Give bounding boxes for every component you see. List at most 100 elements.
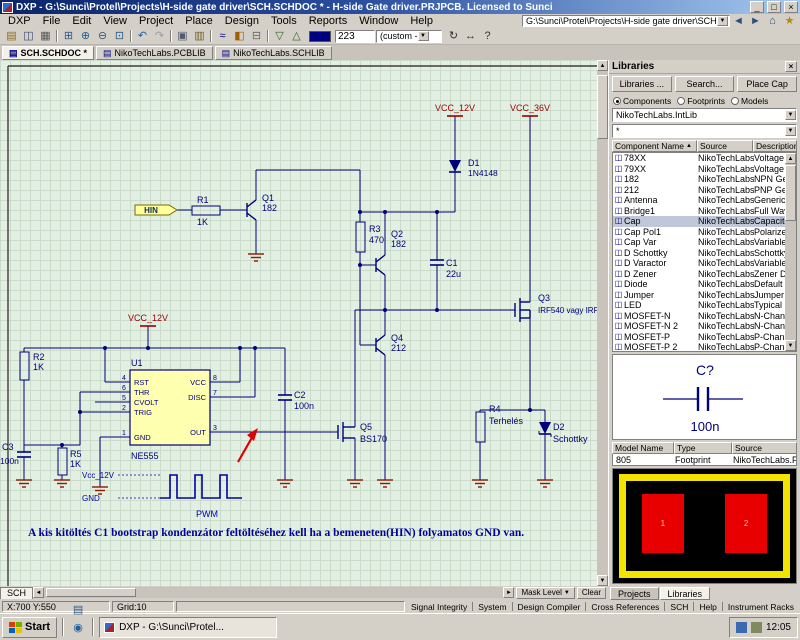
q1-designator[interactable]: Q1 [262, 193, 274, 203]
d2-value[interactable]: Schottky [553, 434, 588, 444]
net-label-vcc36[interactable]: VCC_36V [510, 103, 550, 113]
library-row-jumper[interactable]: ◫Jumper NikoTechLabs.SJumper Wire [613, 290, 785, 301]
doc-tab-nikotechlabs-schlib[interactable]: ▤ NikoTechLabs.SCHLIB [214, 46, 332, 60]
diode-d2[interactable]: D2 Schottky [538, 422, 588, 444]
print-icon[interactable]: ▦ [37, 28, 54, 43]
menu-window[interactable]: Window [353, 15, 404, 27]
tray-volume-icon[interactable] [750, 621, 762, 633]
chevron-down-icon[interactable]: ▼ [417, 31, 429, 41]
start-button[interactable]: Start [2, 616, 58, 638]
menu-place[interactable]: Place [179, 15, 219, 27]
library-row-mosfet-n[interactable]: ◫MOSFET-N NikoTechLabs.SN-Channel MOS [613, 311, 785, 322]
filter-icon[interactable]: ▽ [271, 28, 288, 43]
minimize-button[interactable]: _ [750, 1, 764, 13]
component-list-scrollbar[interactable]: ▲ ▼ [785, 153, 796, 351]
ic-u1-ne555[interactable]: U1 NE555 RST THR CVOLT TRIG GND VCC DISC… [118, 358, 222, 461]
grid-preset-combo[interactable]: (custom - ▼ [376, 29, 442, 43]
d1-designator[interactable]: D1 [468, 158, 480, 168]
rotate-icon[interactable]: ↻ [445, 28, 462, 43]
transistor-q4[interactable]: Q4 212 [375, 333, 406, 356]
place-part-icon[interactable]: ◧ [231, 28, 248, 43]
maximize-button[interactable]: □ [767, 1, 781, 13]
capacitor-c2[interactable]: C2 100n [278, 390, 314, 411]
editor-vertical-scrollbar[interactable]: ▲ ▼ [597, 60, 608, 586]
library-row-bridge1[interactable]: ◫Bridge1 NikoTechLabs.SFull Wave Diod [613, 206, 785, 217]
r1-designator[interactable]: R1 [197, 195, 209, 205]
grid-icon[interactable]: ⊟ [248, 28, 265, 43]
q4-designator[interactable]: Q4 [391, 333, 403, 343]
q2-designator[interactable]: Q2 [391, 229, 403, 239]
scroll-up-icon[interactable]: ▲ [785, 153, 796, 164]
q2-value[interactable]: 182 [391, 239, 406, 249]
c2-designator[interactable]: C2 [294, 390, 306, 400]
c3-designator[interactable]: C3 [2, 442, 14, 452]
paste-icon[interactable]: ▥ [191, 28, 208, 43]
zoom-window-icon[interactable]: ⊞ [60, 28, 77, 43]
scroll-left-icon[interactable]: ◄ [33, 587, 45, 598]
port-hin[interactable]: HIN [134, 204, 178, 216]
tray-display-icon[interactable] [735, 621, 747, 633]
radio-models[interactable]: Models [731, 96, 768, 106]
zoom-in-icon[interactable]: ⊕ [77, 28, 94, 43]
q1-value[interactable]: 182 [262, 203, 277, 213]
panel-button-signal-integrity[interactable]: Signal Integrity [407, 602, 471, 612]
place-wire-icon[interactable]: ≈ [214, 29, 231, 44]
c1-value[interactable]: 22u [446, 269, 461, 279]
copy-icon[interactable]: ▣ [174, 28, 191, 43]
zoom-out-icon[interactable]: ⊖ [94, 28, 111, 43]
q5-designator[interactable]: Q5 [360, 422, 372, 432]
scroll-right-icon[interactable]: ► [503, 587, 515, 598]
menu-dxp[interactable]: DXP [2, 15, 37, 27]
r1-value[interactable]: 1K [197, 217, 208, 227]
c1-designator[interactable]: C1 [446, 258, 458, 268]
net-label-vcc12-mid[interactable]: VCC_12V [128, 313, 168, 323]
menu-help[interactable]: Help [404, 15, 439, 27]
library-row-212[interactable]: ◫212 NikoTechLabs.SPNP General Pu [613, 185, 785, 196]
pwm-waveform[interactable]: Vcc_12V GND PWM [82, 471, 242, 519]
editor-horizontal-scrollbar[interactable]: ◄ ► [33, 587, 515, 598]
d2-designator[interactable]: D2 [553, 422, 565, 432]
r3-designator[interactable]: R3 [369, 224, 381, 234]
zoom-fit-icon[interactable]: ⊡ [111, 28, 128, 43]
annotation-arrow[interactable] [237, 428, 258, 463]
menu-design[interactable]: Design [219, 15, 265, 27]
vertical-scroll-thumb[interactable] [597, 75, 608, 139]
library-row-d-zener[interactable]: ◫D Zener NikoTechLabs.SZener Diode [613, 269, 785, 280]
library-row-d-schottky[interactable]: ◫D Schottky NikoTechLabs.SSchottky Diode [613, 248, 785, 259]
zoom-value-field[interactable] [335, 29, 375, 43]
task-button-dxp[interactable]: DXP - G:\Sunci\Protel... [99, 616, 278, 638]
menu-project[interactable]: Project [133, 15, 179, 27]
panel-button-instrument-racks[interactable]: Instrument Racks [724, 602, 798, 612]
r4-value[interactable]: Terhelés [489, 416, 524, 426]
menu-file[interactable]: File [37, 15, 67, 27]
column-model-name[interactable]: Model Name [612, 442, 674, 454]
transistor-q1[interactable]: Q1 182 [246, 193, 277, 221]
r2-designator[interactable]: R2 [33, 352, 45, 362]
panel-button-design-compiler[interactable]: Design Compiler [514, 602, 585, 612]
d1-value[interactable]: 1N4148 [468, 168, 498, 178]
mosfet-q3[interactable]: Q3 IRF540 vagy IRF1405 [514, 293, 597, 322]
u1-designator[interactable]: U1 [131, 358, 143, 368]
mask-level-button[interactable]: Mask Level ▼ [516, 586, 575, 599]
mirror-icon[interactable]: ↔ [462, 29, 479, 44]
library-row-cap-var[interactable]: ◫Cap Var NikoTechLabs.SVariable or Adju [613, 237, 785, 248]
scroll-down-icon[interactable]: ▼ [785, 340, 796, 351]
horizontal-scroll-thumb[interactable] [46, 588, 137, 597]
q5-value[interactable]: BS170 [360, 434, 387, 444]
radio-footprints[interactable]: Footprints [677, 96, 725, 106]
schematic-note[interactable]: A kis kitöltés C1 bootstrap kondenzátor … [28, 527, 524, 539]
component-filter-field[interactable]: * ▼ [612, 124, 797, 138]
library-row-78xx[interactable]: ◫78XX NikoTechLabs.SVoltage Regulat [613, 153, 785, 164]
scroll-up-icon[interactable]: ▲ [597, 60, 608, 71]
scroll-down-icon[interactable]: ▼ [597, 575, 608, 586]
r5-value[interactable]: 1K [70, 459, 81, 469]
project-path-combo[interactable]: G:\Sunci\Protel\Projects\H-side gate dri… [522, 15, 730, 27]
doc-tab-nikotechlabs-pcblib[interactable]: ▤ NikoTechLabs.PCBLIB [96, 46, 213, 60]
q3-designator[interactable]: Q3 [538, 293, 550, 303]
u1-value[interactable]: NE555 [131, 451, 159, 461]
schematic-canvas[interactable]: VCC_12V VCC_36V VCC_12V HIN R1 1K Q1 182… [0, 60, 597, 586]
library-row-led[interactable]: ◫LED NikoTechLabs.STypical INFRAR [613, 300, 785, 311]
mask-icon[interactable]: △ [288, 28, 305, 43]
menu-view[interactable]: View [97, 15, 133, 27]
back-icon[interactable]: ◄ [730, 14, 747, 29]
